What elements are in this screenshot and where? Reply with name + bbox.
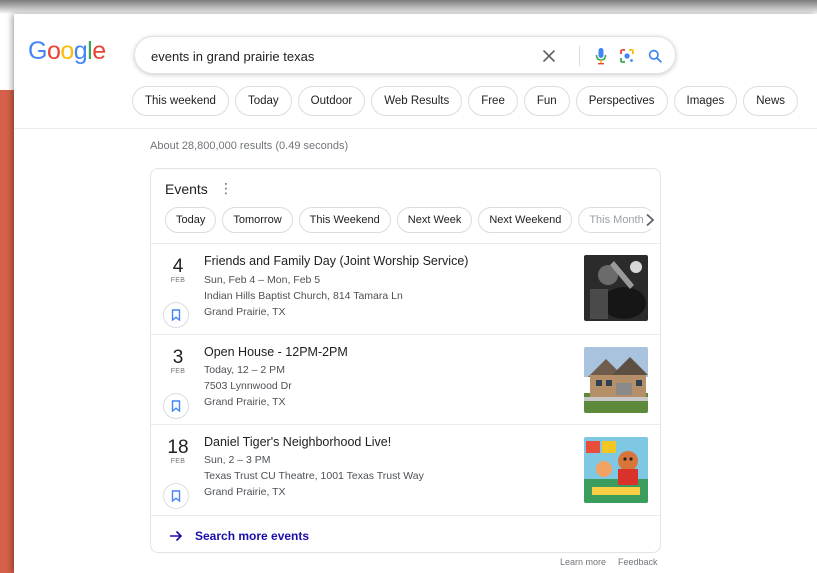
feedback-link[interactable]: Feedback xyxy=(618,557,658,567)
event-item[interactable]: 4 FEB Friends and Family Day (Joint Wors… xyxy=(151,244,660,333)
event-item[interactable]: 3 FEB Open House - 12PM-2PM Today, 12 – … xyxy=(151,335,660,424)
result-stats: About 28,800,000 results (0.49 seconds) xyxy=(150,140,349,152)
filter-tomorrow[interactable]: Tomorrow xyxy=(222,207,293,233)
event-month: FEB xyxy=(170,458,186,465)
microphone-icon[interactable] xyxy=(591,46,611,66)
search-more-events-label: Search more events xyxy=(195,529,310,543)
close-icon[interactable] xyxy=(539,46,559,66)
event-venue: Indian Hills Baptist Church, 814 Tamara … xyxy=(204,290,403,302)
chip-this-weekend[interactable]: This weekend xyxy=(132,86,229,116)
event-thumbnail xyxy=(584,437,648,503)
search-icon[interactable] xyxy=(645,46,665,66)
events-card: Events ⋮ Today Tomorrow This Weekend Nex… xyxy=(150,168,661,553)
search-more-events-link[interactable]: Search more events xyxy=(169,529,309,543)
event-day: 4 xyxy=(172,256,184,277)
event-title[interactable]: Daniel Tiger's Neighborhood Live! xyxy=(204,435,391,449)
chip-news[interactable]: News xyxy=(743,86,799,116)
bookmark-icon[interactable] xyxy=(163,393,189,419)
event-city: Grand Prairie, TX xyxy=(204,396,286,408)
event-thumbnail xyxy=(584,255,648,321)
event-title[interactable]: Friends and Family Day (Joint Worship Se… xyxy=(204,254,468,268)
card-footer-links: Learn more Feedback xyxy=(560,557,658,567)
event-date: Today, 12 – 2 PM xyxy=(204,364,285,376)
search-results-page: Google Th xyxy=(14,14,817,573)
event-date: Sun, Feb 4 – Mon, Feb 5 xyxy=(204,274,321,286)
google-logo[interactable]: Google xyxy=(28,37,106,66)
chip-free[interactable]: Free xyxy=(468,86,518,116)
event-month: FEB xyxy=(170,277,186,284)
more-options-icon[interactable]: ⋮ xyxy=(219,180,233,197)
top-edge-shadow xyxy=(0,0,817,14)
chevron-right-icon[interactable] xyxy=(641,209,659,231)
search-input[interactable] xyxy=(151,46,531,66)
events-date-filters: Today Tomorrow This Weekend Next Week Ne… xyxy=(165,207,655,233)
filter-next-week[interactable]: Next Week xyxy=(396,207,473,233)
chip-images[interactable]: Images xyxy=(673,86,738,116)
logo-letter: g xyxy=(73,37,88,65)
arrow-right-icon xyxy=(170,530,183,542)
bookmark-icon[interactable] xyxy=(163,483,189,509)
filter-next-weekend[interactable]: Next Weekend xyxy=(478,207,573,233)
event-title[interactable]: Open House - 12PM-2PM xyxy=(204,345,348,359)
search-box xyxy=(134,36,676,74)
event-city: Grand Prairie, TX xyxy=(204,306,286,318)
event-city: Grand Prairie, TX xyxy=(204,486,286,498)
logo-letter: o xyxy=(60,37,74,65)
search-filter-chips: This weekend Today Outdoor Web Results F… xyxy=(132,86,799,116)
event-month: FEB xyxy=(170,368,186,375)
chip-today[interactable]: Today xyxy=(234,86,292,116)
header-divider xyxy=(14,128,817,129)
event-thumbnail xyxy=(584,347,648,413)
logo-letter: e xyxy=(92,37,106,65)
lens-icon[interactable] xyxy=(617,46,637,66)
event-item[interactable]: 18 FEB Daniel Tiger's Neighborhood Live!… xyxy=(151,425,660,514)
events-card-title: Events xyxy=(165,181,208,197)
logo-letter: G xyxy=(28,37,47,65)
event-date: Sun, 2 – 3 PM xyxy=(204,454,271,466)
chip-perspectives[interactable]: Perspectives xyxy=(575,86,668,116)
event-venue: Texas Trust CU Theatre, 1001 Texas Trust… xyxy=(204,470,424,482)
bookmark-icon[interactable] xyxy=(163,302,189,328)
event-venue: 7503 Lynnwood Dr xyxy=(204,380,292,392)
filter-this-weekend[interactable]: This Weekend xyxy=(298,207,391,233)
event-day: 3 xyxy=(172,347,184,368)
chip-outdoor[interactable]: Outdoor xyxy=(297,86,366,116)
event-day: 18 xyxy=(167,437,189,458)
chip-fun[interactable]: Fun xyxy=(523,86,570,116)
filter-today[interactable]: Today xyxy=(165,207,217,233)
chip-web-results[interactable]: Web Results xyxy=(371,86,463,116)
event-divider xyxy=(151,515,660,516)
search-divider xyxy=(579,46,580,66)
logo-letter: o xyxy=(46,37,61,65)
learn-more-link[interactable]: Learn more xyxy=(560,557,606,567)
